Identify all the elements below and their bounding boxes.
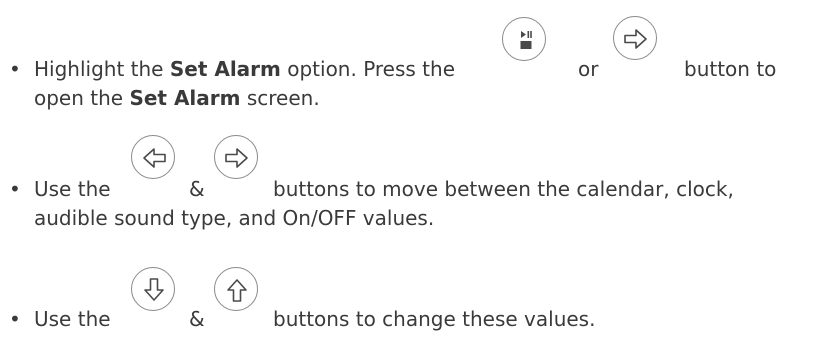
arrow-up-icon xyxy=(227,279,247,302)
instruction-line: open the Set Alarm screen. xyxy=(34,86,320,110)
bullet: • xyxy=(9,177,21,201)
right-arrow-button[interactable] xyxy=(214,135,258,179)
instruction-line-start: Use the xyxy=(34,307,111,331)
instruction-line-end: buttons to move between the calendar, cl… xyxy=(273,177,734,201)
down-arrow-button[interactable] xyxy=(131,267,175,311)
arrow-right-icon xyxy=(624,29,647,49)
instruction-line-end: buttons to change these values. xyxy=(273,307,596,331)
instruction-line: audible sound type, and On/OFF values. xyxy=(34,206,435,230)
connector-text: & xyxy=(189,307,205,331)
arrow-down-icon xyxy=(144,278,164,301)
set-alarm-label: Set Alarm xyxy=(129,86,241,110)
set-alarm-label: Set Alarm xyxy=(169,57,281,81)
instruction-line: Highlight the Set Alarm option. Press th… xyxy=(34,57,456,81)
connector-text: or xyxy=(578,57,599,81)
right-arrow-button[interactable] xyxy=(613,16,657,60)
arrow-right-icon xyxy=(225,148,248,168)
bullet: • xyxy=(9,307,21,331)
instruction-line-start: Use the xyxy=(34,177,111,201)
bullet: • xyxy=(9,57,21,81)
arrow-left-icon xyxy=(143,148,166,168)
connector-text: & xyxy=(189,177,205,201)
play-pause-stop-icon xyxy=(520,31,532,49)
left-arrow-button[interactable] xyxy=(131,135,175,179)
play-pause-stop-button[interactable] xyxy=(502,17,546,61)
instruction-line-end: button to xyxy=(684,57,777,81)
up-arrow-button[interactable] xyxy=(214,267,258,311)
